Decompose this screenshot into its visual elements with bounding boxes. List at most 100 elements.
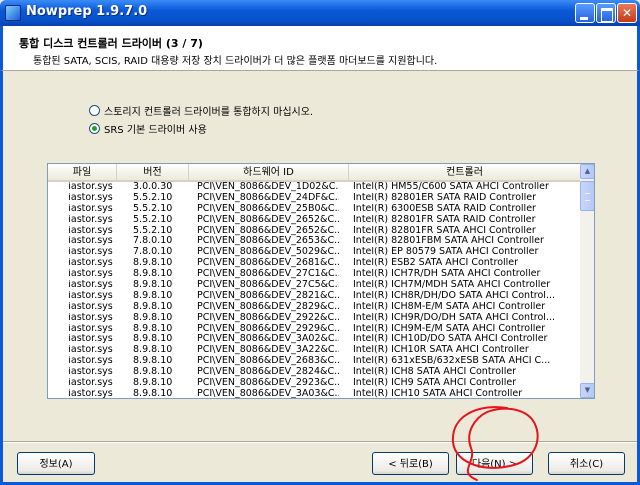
column-header-file[interactable]: 파일 <box>48 164 117 180</box>
table-row[interactable]: iastor.sys 8.9.8.1005 PCI\VEN_8086&DEV_292… <box>48 324 580 335</box>
cell-file: iastor.sys <box>68 280 113 291</box>
cell-hardware-id: PCI\VEN_8086&DEV_2652&C... <box>197 225 339 236</box>
cell-controller: Intel(R) 82801FR SATA RAID Controller <box>353 214 536 225</box>
cell-version: 8.9.8.1005 <box>133 367 173 378</box>
cell-controller: Intel(R) ICH10 SATA AHCI Controller <box>353 388 523 399</box>
cell-controller: Intel(R) ICH8R/DH/DO SATA AHCI Control..… <box>353 290 556 301</box>
radio-no-integrate[interactable] <box>89 105 100 116</box>
table-row[interactable]: iastor.sys 8.9.8.1005 PCI\VEN_8086&DEV_268… <box>48 356 580 367</box>
table-row[interactable]: iastor.sys 5.5.2.1003 PCI\VEN_8086&DEV_265… <box>48 226 580 237</box>
table-row[interactable]: iastor.sys 8.9.8.1005 PCI\VEN_8086&DEV_27C… <box>48 269 580 280</box>
cell-file: iastor.sys <box>68 356 113 367</box>
table-row[interactable]: iastor.sys 8.9.8.1005 PCI\VEN_8086&DEV_27C… <box>48 280 580 291</box>
cell-hardware-id: PCI\VEN_8086&DEV_3A02&C... <box>197 334 339 345</box>
radio-srs-default[interactable] <box>89 123 100 134</box>
next-button[interactable]: 다음(N) > <box>456 452 533 475</box>
cell-version: 7.8.0.1012 <box>133 247 173 258</box>
cell-version: 5.5.2.1003 <box>133 192 173 203</box>
cell-hardware-id: PCI\VEN_8086&DEV_1D02&C... <box>197 182 339 192</box>
wizard-header: 통합 디스크 컨트롤러 드라이버 (3 / 7) 통합된 SATA, SCIS,… <box>0 26 640 71</box>
list-rows: iastor.sys 3.0.0.3011 PCI\VEN_8086&DEV_1D0… <box>48 182 580 399</box>
table-row[interactable]: iastor.sys 8.9.8.1005 PCI\VEN_8086&DEV_3A2… <box>48 345 580 356</box>
cell-version: 8.9.8.1005 <box>133 345 173 356</box>
back-button[interactable]: < 뒤로(B) <box>372 452 449 475</box>
cell-controller: Intel(R) ICH8 SATA AHCI Controller <box>353 367 517 378</box>
cell-controller: Intel(R) ICH10R SATA AHCI Controller <box>353 345 529 356</box>
cell-version: 8.9.8.1005 <box>133 334 173 345</box>
table-row[interactable]: iastor.sys 8.9.8.1005 PCI\VEN_8086&DEV_3A0… <box>48 334 580 345</box>
cell-file: iastor.sys <box>68 236 113 247</box>
cell-controller: Intel(R) ICH7M/MDH SATA AHCI Controller <box>353 280 551 291</box>
column-header-hardware-id[interactable]: 하드웨어 ID <box>189 164 349 180</box>
maximize-icon[interactable] <box>596 3 616 23</box>
cell-hardware-id: PCI\VEN_8086&DEV_27C1&C... <box>197 269 339 280</box>
cell-hardware-id: PCI\VEN_8086&DEV_5029&C... <box>197 247 339 258</box>
cell-hardware-id: PCI\VEN_8086&DEV_2681&C... <box>197 258 339 269</box>
cell-version: 5.5.2.1003 <box>133 225 173 236</box>
vertical-scrollbar[interactable]: ▲ ▼ <box>580 164 594 398</box>
cancel-button[interactable]: 취소(C) <box>548 452 625 475</box>
driver-list[interactable]: 파일 버전 하드웨어 ID 컨트롤러 iastor.sys 3.0.0.3011 P… <box>47 163 595 399</box>
cell-version: 8.9.8.1005 <box>133 258 173 269</box>
cell-file: iastor.sys <box>68 378 113 389</box>
cell-version: 5.5.2.1003 <box>133 203 173 214</box>
option-no-integrate[interactable]: 스토리지 컨트롤러 드라이버를 통합하지 마십시오. <box>89 103 313 118</box>
table-row[interactable]: iastor.sys 8.9.8.1005 PCI\VEN_8086&DEV_292… <box>48 378 580 389</box>
table-row[interactable]: iastor.sys 7.8.0.1012 PCI\VEN_8086&DEV_265… <box>48 236 580 247</box>
cell-controller: Intel(R) HM55/C600 SATA AHCI Controller <box>353 182 549 192</box>
table-row[interactable]: iastor.sys 3.0.0.3011 PCI\VEN_8086&DEV_1D0… <box>48 182 580 193</box>
table-row[interactable]: iastor.sys 8.9.8.1005 PCI\VEN_8086&DEV_3A0… <box>48 388 580 399</box>
arrow-down-icon[interactable]: ▼ <box>580 383 594 398</box>
about-button[interactable]: 정보(A) <box>17 452 95 475</box>
column-header-version[interactable]: 버전 <box>117 164 189 180</box>
cell-file: iastor.sys <box>68 203 113 214</box>
arrow-up-icon[interactable]: ▲ <box>580 164 594 179</box>
cell-file: iastor.sys <box>68 247 113 258</box>
cell-controller: Intel(R) 82801FR SATA AHCI Controller <box>353 225 536 236</box>
cell-controller: Intel(R) 6300ESB SATA RAID Controller <box>353 203 536 214</box>
cell-file: iastor.sys <box>68 225 113 236</box>
cell-version: 8.9.8.1005 <box>133 378 173 389</box>
wizard-body: 스토리지 컨트롤러 드라이버를 통합하지 마십시오. SRS 기본 드라이버 사… <box>0 71 640 485</box>
cell-file: iastor.sys <box>68 334 113 345</box>
cell-file: iastor.sys <box>68 323 113 334</box>
cell-version: 5.5.2.1003 <box>133 214 173 225</box>
title-bar[interactable]: Nowprep 1.9.7.0 ✕ <box>0 0 640 26</box>
cell-controller: Intel(R) ICH7R/DH SATA AHCI Controller <box>353 269 541 280</box>
option-srs-default-label: SRS 기본 드라이버 사용 <box>104 125 207 136</box>
cell-file: iastor.sys <box>68 258 113 269</box>
divider <box>3 441 637 443</box>
table-row[interactable]: iastor.sys 8.9.8.1005 PCI\VEN_8086&DEV_282… <box>48 302 580 313</box>
cell-hardware-id: PCI\VEN_8086&DEV_24DF&C... <box>197 192 339 203</box>
cell-version: 8.9.8.1005 <box>133 312 173 323</box>
table-row[interactable]: iastor.sys 8.9.8.1005 PCI\VEN_8086&DEV_292… <box>48 313 580 324</box>
cell-hardware-id: PCI\VEN_8086&DEV_3A03&C... <box>197 388 339 399</box>
option-srs-default[interactable]: SRS 기본 드라이버 사용 <box>89 121 207 136</box>
cell-hardware-id: PCI\VEN_8086&DEV_2923&C... <box>197 378 339 389</box>
cell-version: 8.9.8.1005 <box>133 388 173 399</box>
table-row[interactable]: iastor.sys 8.9.8.1005 PCI\VEN_8086&DEV_282… <box>48 291 580 302</box>
close-icon[interactable]: ✕ <box>617 3 637 23</box>
cell-controller: Intel(R) 82801FBM SATA AHCI Controller <box>353 236 544 247</box>
minimize-icon[interactable] <box>575 3 595 23</box>
cell-file: iastor.sys <box>68 367 113 378</box>
cell-file: iastor.sys <box>68 388 113 399</box>
table-row[interactable]: iastor.sys 8.9.8.1005 PCI\VEN_8086&DEV_282… <box>48 367 580 378</box>
table-row[interactable]: iastor.sys 7.8.0.1012 PCI\VEN_8086&DEV_502… <box>48 247 580 258</box>
cell-controller: Intel(R) ICH9R/DO/DH SATA AHCI Control..… <box>353 312 556 323</box>
table-row[interactable]: iastor.sys 5.5.2.1003 PCI\VEN_8086&DEV_25B… <box>48 204 580 215</box>
table-row[interactable]: iastor.sys 5.5.2.1003 PCI\VEN_8086&DEV_24D… <box>48 193 580 204</box>
table-row[interactable]: iastor.sys 5.5.2.1003 PCI\VEN_8086&DEV_265… <box>48 215 580 226</box>
cell-hardware-id: PCI\VEN_8086&DEV_2929&C... <box>197 323 339 334</box>
cell-hardware-id: PCI\VEN_8086&DEV_2824&C... <box>197 367 339 378</box>
page-title: 통합 디스크 컨트롤러 드라이버 (3 / 7) <box>19 37 203 50</box>
cell-file: iastor.sys <box>68 214 113 225</box>
option-no-integrate-label: 스토리지 컨트롤러 드라이버를 통합하지 마십시오. <box>104 107 314 118</box>
cell-hardware-id: PCI\VEN_8086&DEV_2653&C... <box>197 236 339 247</box>
scroll-thumb[interactable] <box>580 181 594 211</box>
window-title: Nowprep 1.9.7.0 <box>26 4 148 19</box>
table-row[interactable]: iastor.sys 8.9.8.1005 PCI\VEN_8086&DEV_268… <box>48 258 580 269</box>
cell-hardware-id: PCI\VEN_8086&DEV_27C5&C... <box>197 280 339 291</box>
column-header-controller[interactable]: 컨트롤러 <box>349 164 580 180</box>
cell-version: 8.9.8.1005 <box>133 301 173 312</box>
